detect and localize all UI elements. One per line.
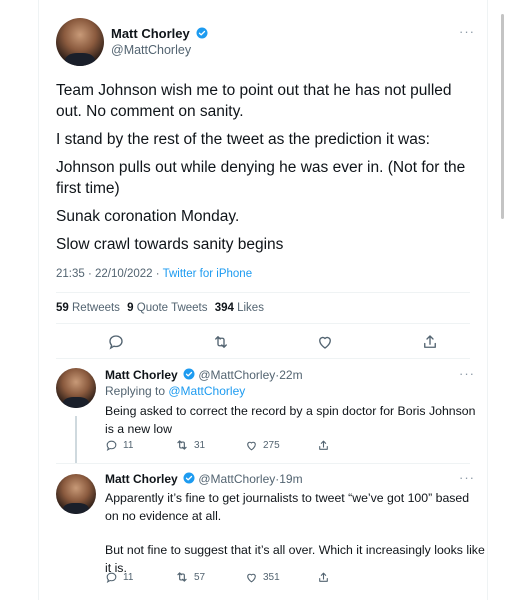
retweet-count: 57 xyxy=(194,571,206,583)
retweet-icon[interactable] xyxy=(212,333,230,351)
like-icon[interactable] xyxy=(316,333,334,351)
verified-badge-icon xyxy=(196,27,208,39)
retweets-stat[interactable]: 59 Retweets xyxy=(56,302,120,314)
like-icon xyxy=(247,573,256,582)
share-icon xyxy=(319,440,328,450)
tweet-time[interactable]: 21:35 xyxy=(56,268,85,280)
replying-to-link[interactable]: @MattChorley xyxy=(168,384,245,398)
author-handle[interactable]: @MattChorley xyxy=(111,43,191,57)
more-icon[interactable]: ··· xyxy=(459,24,475,39)
engagement-stats: 59 Retweets 9 Quote Tweets 394 Likes xyxy=(56,302,268,314)
reply-button[interactable]: 11 xyxy=(105,569,133,585)
author-name-row[interactable]: Matt Chorley xyxy=(111,25,208,43)
author-handle[interactable]: @MattChorley xyxy=(198,368,275,382)
verified-badge-icon xyxy=(183,368,195,380)
share-icon xyxy=(319,572,328,582)
divider xyxy=(56,463,470,464)
tweet-paragraph: Being asked to correct the record by a s… xyxy=(105,404,476,436)
tweet-text: Team Johnson wish me to point out that h… xyxy=(56,80,476,262)
tweet-age[interactable]: 19m xyxy=(279,472,302,486)
reply-icon xyxy=(106,440,117,451)
like-count: 275 xyxy=(263,439,280,451)
tweet-paragraph: Apparently it’s fine to get journalists … xyxy=(105,491,470,523)
more-icon[interactable]: ··· xyxy=(459,470,475,485)
tweet-source-link[interactable]: Twitter for iPhone xyxy=(163,268,252,280)
author-handle[interactable]: @MattChorley xyxy=(198,472,275,486)
author-name[interactable]: Matt Chorley xyxy=(105,472,178,486)
divider xyxy=(56,292,470,293)
share-icon[interactable] xyxy=(421,333,439,351)
divider xyxy=(56,358,470,359)
tweet-paragraph: Slow crawl towards sanity begins xyxy=(56,236,284,253)
retweet-icon xyxy=(177,440,187,450)
retweet-count: 31 xyxy=(194,439,206,451)
tweet-paragraph: Johnson pulls out while denying he was e… xyxy=(56,159,466,197)
replying-to: Replying to @MattChorley xyxy=(105,384,246,398)
share-button[interactable] xyxy=(317,437,330,453)
share-button[interactable] xyxy=(317,569,330,585)
tweet-metadata: 21:35 · 22/10/2022 · Twitter for iPhone xyxy=(56,268,253,280)
scrollbar[interactable] xyxy=(501,14,504,219)
reply-button[interactable]: 11 xyxy=(105,437,133,453)
retweet-button[interactable]: 57 xyxy=(175,569,205,585)
divider xyxy=(56,323,470,324)
reply-header: Matt Chorley @MattChorley·19m xyxy=(105,472,303,486)
tweet-detail-card: Matt Chorley @MattChorley ··· Team Johns… xyxy=(38,0,488,600)
reply-action-bar: 11 57 351 xyxy=(105,569,465,585)
like-button[interactable]: 351 xyxy=(245,569,280,585)
like-count: 351 xyxy=(263,571,280,583)
like-icon xyxy=(247,441,256,450)
avatar[interactable] xyxy=(56,18,104,66)
reply-count: 11 xyxy=(123,439,134,451)
tweet-date[interactable]: 22/10/2022 xyxy=(95,268,153,280)
author-name[interactable]: Matt Chorley xyxy=(111,26,190,41)
main-action-bar xyxy=(56,333,470,353)
author-name[interactable]: Matt Chorley xyxy=(105,368,178,382)
reply-header: Matt Chorley @MattChorley·22m xyxy=(105,368,303,382)
reply-action-bar: 11 31 275 xyxy=(105,437,465,453)
thread-line xyxy=(75,416,77,464)
retweet-icon xyxy=(177,572,187,582)
reply-text: Apparently it’s fine to get journalists … xyxy=(105,489,485,577)
avatar[interactable] xyxy=(56,474,96,514)
reply-icon xyxy=(106,572,117,583)
like-button[interactable]: 275 xyxy=(245,437,280,453)
tweet-age[interactable]: 22m xyxy=(279,368,302,382)
retweet-button[interactable]: 31 xyxy=(175,437,205,453)
tweet-paragraph: I stand by the rest of the tweet as the … xyxy=(56,131,430,148)
quotes-stat[interactable]: 9 Quote Tweets xyxy=(127,302,207,314)
verified-badge-icon xyxy=(183,472,195,484)
likes-stat[interactable]: 394 Likes xyxy=(215,302,264,314)
avatar[interactable] xyxy=(56,368,96,408)
more-icon[interactable]: ··· xyxy=(459,366,475,381)
reply-count: 11 xyxy=(123,571,134,583)
tweet-paragraph: Team Johnson wish me to point out that h… xyxy=(56,82,452,120)
reply-text: Being asked to correct the record by a s… xyxy=(105,402,485,438)
tweet-paragraph: Sunak coronation Monday. xyxy=(56,208,240,225)
reply-icon[interactable] xyxy=(107,333,125,351)
